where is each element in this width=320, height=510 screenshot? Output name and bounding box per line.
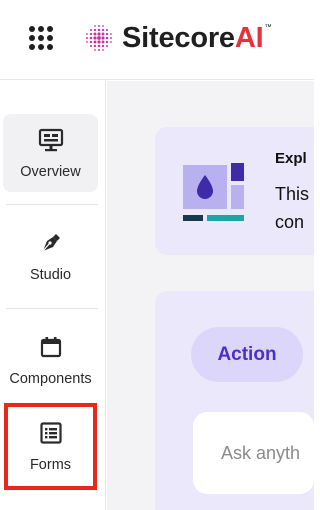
sidebar-item-components[interactable]: Components bbox=[3, 321, 98, 399]
logo-text-primary: Sitecore bbox=[122, 21, 235, 54]
calendar-icon bbox=[37, 333, 65, 361]
explore-card-body: This con bbox=[275, 180, 309, 236]
form-list-icon bbox=[37, 419, 65, 447]
sitecore-ai-logo[interactable]: SitecoreAI ™ bbox=[84, 20, 272, 56]
sidebar-item-forms[interactable]: Forms bbox=[3, 407, 98, 485]
logo-trademark: ™ bbox=[264, 23, 272, 31]
grid-dots-icon[interactable] bbox=[29, 26, 53, 50]
sidebar-item-label: Components bbox=[9, 371, 92, 387]
action-chip-button[interactable]: Action bbox=[191, 327, 303, 382]
sidebar-divider bbox=[6, 308, 98, 309]
sidebar-item-label: Studio bbox=[29, 267, 72, 283]
explore-card-body-line: This bbox=[275, 184, 310, 204]
explore-card-title: Expl bbox=[275, 150, 307, 167]
sidebar-item-studio[interactable]: Studio bbox=[3, 217, 98, 295]
sidebar-divider bbox=[6, 204, 98, 205]
sidebar-item-overview[interactable]: Overview bbox=[3, 114, 98, 192]
top-header: SitecoreAI ™ bbox=[0, 0, 314, 80]
sidebar-item-label: Overview bbox=[20, 164, 81, 180]
monitor-icon bbox=[37, 126, 65, 154]
logo-text-accent: AI bbox=[234, 21, 264, 54]
sidebar-item-label: Forms bbox=[29, 457, 72, 473]
paint-drop-illustration-icon bbox=[183, 163, 244, 221]
sitecore-logo-icon bbox=[86, 25, 112, 51]
explore-card-body-line: con bbox=[275, 212, 305, 232]
left-sidebar: Overview Studio Components Forms bbox=[0, 80, 106, 510]
pen-nib-icon bbox=[37, 229, 65, 257]
ask-input[interactable] bbox=[193, 412, 314, 494]
